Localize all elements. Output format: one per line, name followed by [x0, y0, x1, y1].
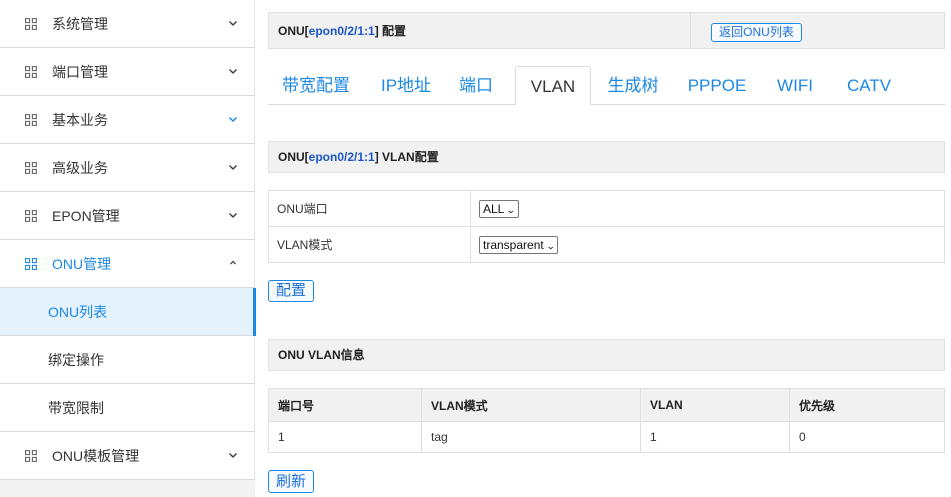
sidebar-subitem-binding[interactable]: 绑定操作 — [0, 336, 255, 384]
grid-icon — [25, 114, 37, 126]
table-cell: 1 — [640, 421, 790, 453]
tab-spanning-tree[interactable]: 生成树 — [598, 66, 668, 105]
tab-ip-address[interactable]: IP地址 — [374, 66, 438, 105]
sidebar-item-label: 高级业务 — [52, 160, 108, 176]
sidebar-item-label: 端口管理 — [52, 64, 108, 80]
back-to-onu-list-button[interactable]: 返回ONU列表 — [711, 23, 802, 42]
chevron-down-icon — [228, 164, 238, 171]
vlan-mode-value: transparent — [483, 237, 544, 252]
column-header: VLAN模式 — [421, 388, 641, 422]
sidebar-item-label: 系统管理 — [52, 16, 108, 32]
sidebar-item-label: ONU模板管理 — [52, 448, 140, 464]
column-header: VLAN — [640, 388, 790, 422]
form-row: VLAN模式 transparent ⌄ — [268, 226, 945, 263]
chevron-down-icon — [228, 68, 238, 75]
chevron-down-icon — [228, 212, 238, 219]
tab-wifi[interactable]: WIFI — [768, 66, 822, 105]
grid-icon — [25, 450, 37, 462]
grid-icon — [25, 210, 37, 222]
grid-icon — [25, 66, 37, 78]
sidebar-item-epon[interactable]: EPON管理 — [0, 192, 255, 240]
chevron-down-icon — [228, 452, 238, 459]
page-header: ONU[epon0/2/1:1] 配置 返回ONU列表 — [268, 12, 945, 49]
sidebar-item-onu-template[interactable]: ONU模板管理 — [0, 432, 255, 480]
tab-port[interactable]: 端口 — [456, 66, 496, 105]
onu-id: epon0/2/1:1 — [308, 150, 375, 164]
sidebar-item-advanced[interactable]: 高级业务 — [0, 144, 255, 192]
section-suffix: ] VLAN配置 — [374, 150, 439, 164]
title-prefix: ONU[ — [278, 24, 309, 38]
sidebar-footer — [0, 480, 255, 497]
page-title: ONU[epon0/2/1:1] 配置 — [278, 13, 406, 49]
sidebar-item-onu[interactable]: ONU管理 — [0, 240, 255, 288]
column-header: 优先级 — [789, 388, 945, 422]
vlan-info-table: 端口号 VLAN模式 VLAN 优先级 1 tag 1 0 — [268, 388, 945, 453]
tab-bandwidth[interactable]: 带宽配置 — [278, 66, 354, 105]
tab-vlan[interactable]: VLAN — [515, 66, 591, 106]
onu-id: epon0/2/1:1 — [308, 24, 375, 38]
tab-bar: 带宽配置 IP地址 端口 VLAN 生成树 PPPOE WIFI CATV — [268, 66, 945, 106]
refresh-button[interactable]: 刷新 — [268, 470, 314, 493]
onu-port-label: ONU端口 — [268, 190, 471, 227]
sidebar-item-basic[interactable]: 基本业务 — [0, 96, 255, 144]
sidebar-subitem-onu-list[interactable]: ONU列表 — [0, 288, 256, 336]
vlan-mode-select[interactable]: transparent ⌄ — [479, 235, 559, 254]
table-cell: 1 — [268, 421, 422, 453]
main-content: ONU[epon0/2/1:1] 配置 返回ONU列表 带宽配置 IP地址 端口… — [256, 0, 951, 497]
sidebar-subitem-bandwidth-limit[interactable]: 带宽限制 — [0, 384, 255, 432]
table-header-row: 端口号 VLAN模式 VLAN 优先级 — [268, 388, 945, 422]
grid-icon — [25, 258, 37, 270]
chevron-down-icon — [228, 20, 238, 27]
sidebar-subitem-label: 绑定操作 — [48, 352, 104, 368]
vlan-config-form: ONU端口 ALL ⌄ VLAN模式 transparent ⌄ — [268, 190, 945, 263]
onu-port-value: ALL — [483, 201, 505, 216]
column-header: 端口号 — [268, 388, 422, 422]
grid-icon — [25, 18, 37, 30]
title-suffix: ] 配置 — [374, 24, 407, 38]
grid-icon — [25, 162, 37, 174]
onu-port-select[interactable]: ALL ⌄ — [479, 199, 519, 218]
chevron-down-icon — [228, 116, 238, 123]
section-prefix: ONU[ — [278, 150, 309, 164]
sidebar-item-label: 基本业务 — [52, 112, 108, 128]
tab-pppoe[interactable]: PPPOE — [684, 66, 750, 105]
sidebar-item-system[interactable]: 系统管理 — [0, 0, 255, 48]
chevron-up-icon — [230, 260, 236, 265]
table-row: 1 tag 1 0 — [268, 421, 945, 453]
config-button[interactable]: 配置 — [268, 280, 314, 302]
sidebar-item-label: EPON管理 — [52, 208, 120, 224]
vlan-mode-label: VLAN模式 — [268, 226, 471, 263]
sidebar-subitem-label: ONU列表 — [48, 304, 108, 320]
sidebar-item-label: ONU管理 — [52, 256, 112, 272]
form-row: ONU端口 ALL ⌄ — [268, 190, 945, 227]
table-cell: tag — [421, 421, 641, 453]
vlan-info-header: ONU VLAN信息 — [268, 339, 945, 371]
tab-catv[interactable]: CATV — [840, 66, 898, 105]
header-divider — [690, 13, 691, 49]
chevron-down-icon: ⌄ — [545, 240, 556, 251]
vlan-config-header: ONU[epon0/2/1:1] VLAN配置 — [268, 141, 945, 173]
chevron-down-icon: ⌄ — [506, 204, 517, 215]
sidebar-item-port[interactable]: 端口管理 — [0, 48, 255, 96]
sidebar: 系统管理 端口管理 基本业务 高级业务 EPON管理 ONU管理 ONU列表 绑… — [0, 0, 256, 497]
table-cell: 0 — [789, 421, 945, 453]
onu-port-cell: ALL ⌄ — [470, 190, 945, 227]
vlan-mode-cell: transparent ⌄ — [470, 226, 945, 263]
sidebar-subitem-label: 带宽限制 — [48, 400, 104, 416]
